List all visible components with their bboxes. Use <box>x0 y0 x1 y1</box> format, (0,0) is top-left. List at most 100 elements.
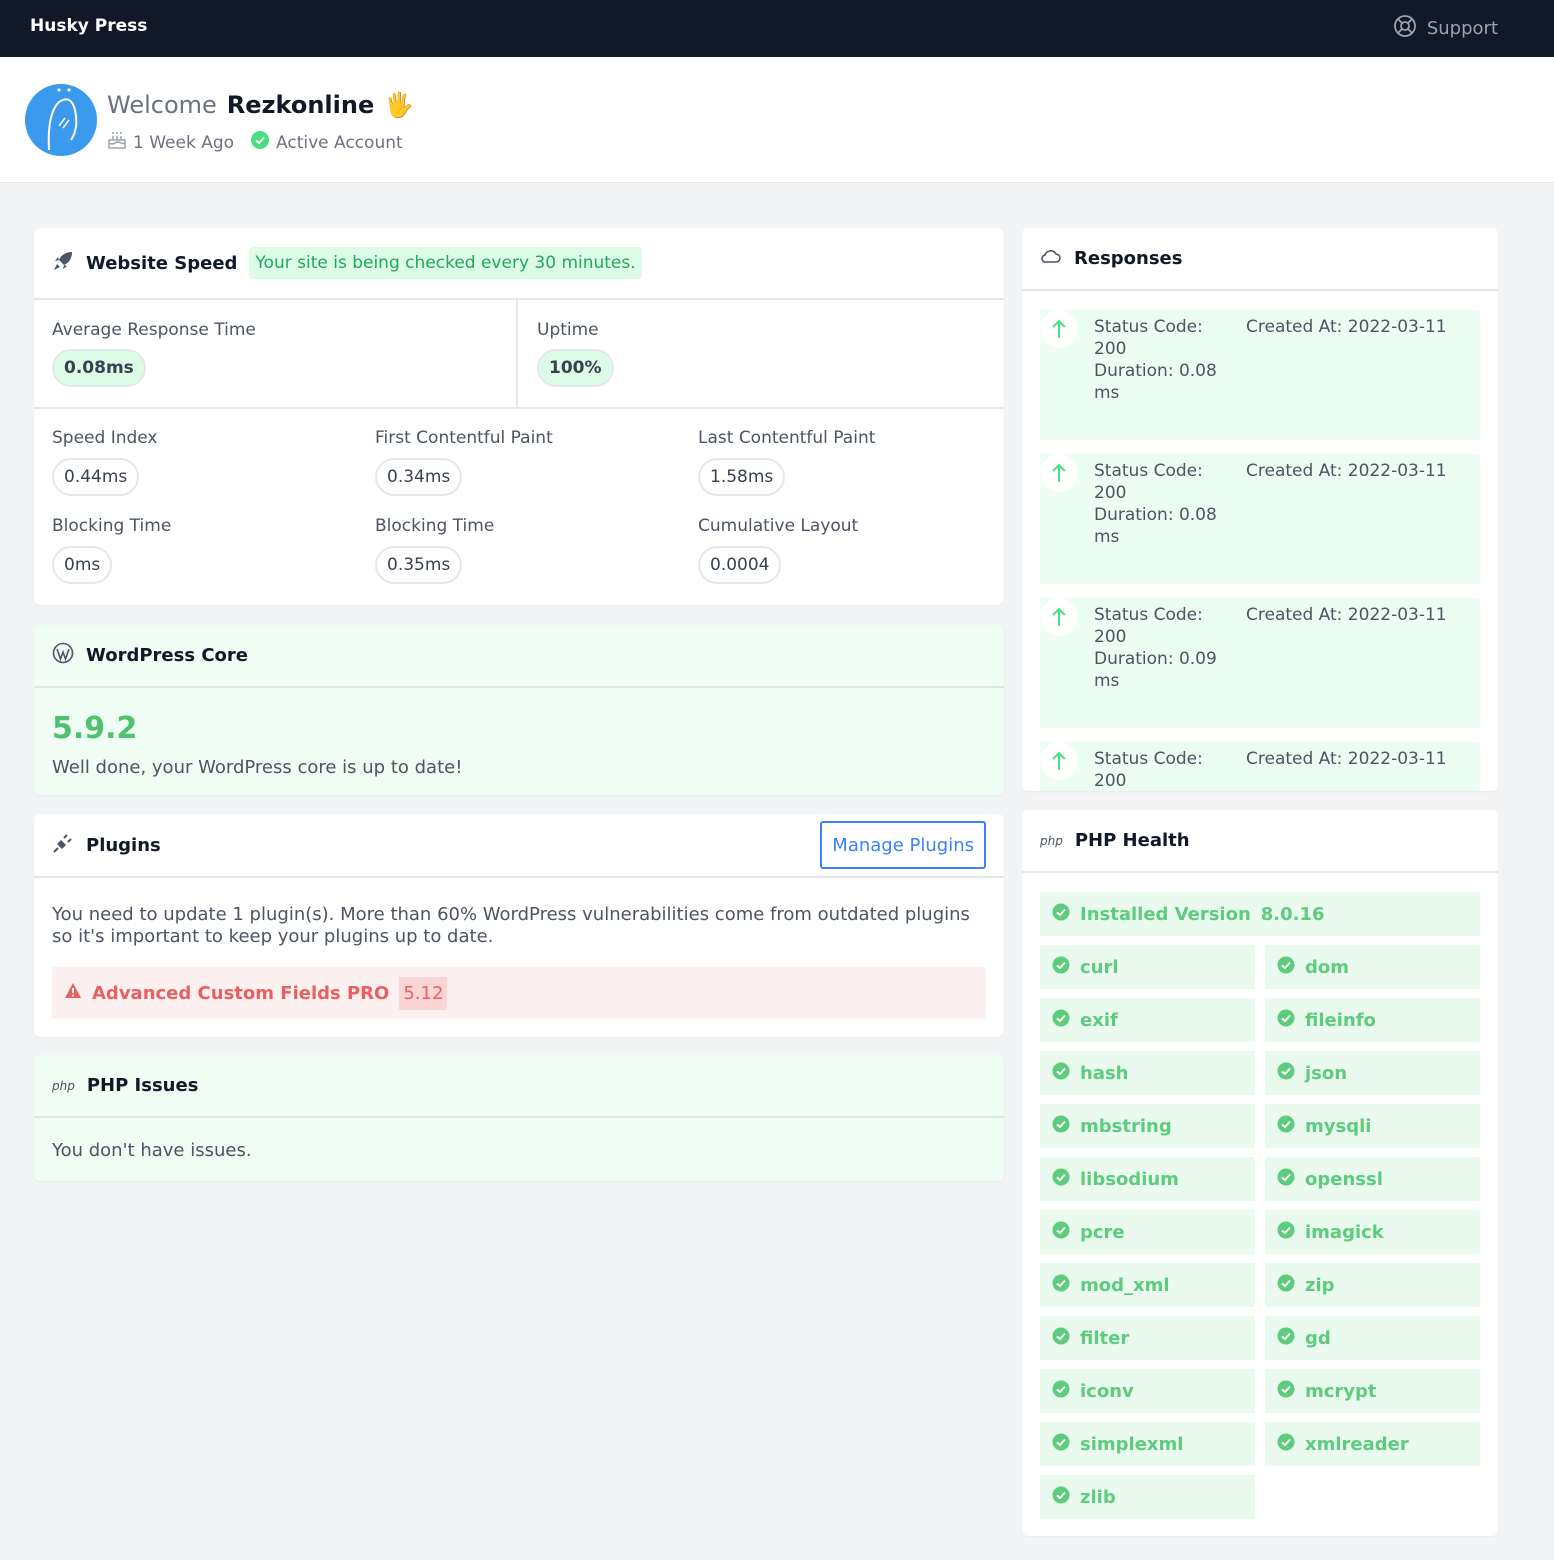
duration-unit: ms <box>1094 671 1120 691</box>
response-item: Status Code: 200 Duration: 0.08 ms Created A… <box>1040 454 1480 584</box>
extension-name: openssl <box>1305 1168 1383 1190</box>
check-circle-icon <box>1277 1221 1295 1244</box>
status-code-label: Status Code: <box>1094 605 1203 625</box>
extension-chip: filter <box>1040 1316 1255 1360</box>
php-health-title: PHP Health <box>1074 830 1190 851</box>
welcome-header: Welcome Rezkonline 🖐 1 Week Ago Active A… <box>0 57 1554 183</box>
extension-chip: imagick <box>1265 1210 1480 1254</box>
check-circle-icon <box>1052 903 1070 926</box>
extension-chip: curl <box>1040 945 1255 989</box>
extension-name: exif <box>1080 1009 1118 1031</box>
extension-name: mysqli <box>1305 1115 1372 1137</box>
metric-value: 0.44ms <box>52 458 140 496</box>
brand-logo[interactable]: Husky Press <box>30 16 147 36</box>
check-circle-icon <box>1277 1115 1295 1138</box>
cake-icon <box>107 130 127 155</box>
extension-chip: mbstring <box>1040 1104 1255 1148</box>
extension-chip: dom <box>1265 945 1480 989</box>
wave-hand-icon: 🖐 <box>384 91 415 119</box>
extension-name: fileinfo <box>1305 1009 1376 1031</box>
welcome-title: Welcome Rezkonline 🖐 <box>107 91 414 119</box>
response-created: Created At: 2022-03-11 <box>1246 317 1447 337</box>
metric-label: First Contentful Paint <box>375 428 553 448</box>
extension-chip: gd <box>1265 1316 1480 1360</box>
extension-chip: pcre <box>1040 1210 1255 1254</box>
check-circle-icon <box>1052 956 1070 979</box>
outdated-plugin-version: 5.12 <box>399 976 448 1010</box>
check-circle-icon <box>1277 1327 1295 1350</box>
extension-chip: json <box>1265 1051 1480 1095</box>
outdated-plugin-name: Advanced Custom Fields PRO <box>92 982 390 1004</box>
check-interval-notice: Your site is being checked every 30 minu… <box>249 247 642 279</box>
responses-header: Responses <box>1022 228 1498 291</box>
metric-value: 0.35ms <box>375 546 463 584</box>
extension-name: json <box>1305 1062 1348 1084</box>
duration-unit: ms <box>1094 527 1120 547</box>
wordpress-icon <box>52 642 74 669</box>
uptime-label: Uptime <box>537 320 599 340</box>
metric-value: 0ms <box>52 546 113 584</box>
extension-chip: mysqli <box>1265 1104 1480 1148</box>
extension-chip: mod_xml <box>1040 1263 1255 1307</box>
check-circle-icon <box>1277 1433 1295 1456</box>
php-icon: php <box>1040 833 1063 848</box>
extension-name: xmlreader <box>1305 1433 1409 1455</box>
response-status: Status Code: 200 Duration: 0.08 ms <box>1094 460 1234 548</box>
extension-chip: simplexml <box>1040 1422 1255 1466</box>
extension-name: zlib <box>1080 1486 1116 1508</box>
core-header: WordPress Core <box>34 625 1004 688</box>
status-code: 200 <box>1094 771 1127 791</box>
duration-unit: ms <box>1094 383 1120 403</box>
check-circle-icon <box>1277 956 1295 979</box>
extension-name: libsodium <box>1080 1168 1179 1190</box>
extension-chip: exif <box>1040 998 1255 1042</box>
extension-name: dom <box>1305 956 1350 978</box>
cloud-icon <box>1040 245 1062 272</box>
check-circle-icon <box>250 130 270 155</box>
check-circle-icon <box>1052 1433 1070 1456</box>
response-item: Status Code: 200 Created At: 2022-03-11 <box>1040 742 1480 791</box>
response-created: Created At: 2022-03-11 <box>1246 749 1447 769</box>
extension-name: pcre <box>1080 1221 1125 1243</box>
outdated-plugin-row[interactable]: Advanced Custom Fields PRO 5.12 <box>52 967 986 1019</box>
manage-plugins-button[interactable]: Manage Plugins <box>820 821 986 869</box>
php-issues-card: php PHP Issues You don't have issues. <box>34 1055 1004 1181</box>
arrow-up-icon <box>1040 310 1078 348</box>
responses-title: Responses <box>1074 248 1183 269</box>
check-circle-icon <box>1277 1168 1295 1191</box>
duration-label: Duration: 0.09 <box>1094 649 1217 669</box>
avg-response-value: 0.08ms <box>52 349 146 387</box>
extension-chip: xmlreader <box>1265 1422 1480 1466</box>
response-created: Created At: 2022-03-11 <box>1246 605 1447 625</box>
core-version: 5.9.2 <box>52 711 138 746</box>
metric-label: Speed Index <box>52 428 158 448</box>
extension-name: hash <box>1080 1062 1129 1084</box>
metric-value: 1.58ms <box>698 458 786 496</box>
plugins-header: Plugins Manage Plugins <box>34 814 1004 878</box>
check-circle-icon <box>1052 1486 1070 1509</box>
status-code-label: Status Code: <box>1094 317 1203 337</box>
extension-chip: zip <box>1265 1263 1480 1307</box>
avg-response-cell: Average Response Time 0.08ms <box>34 300 518 407</box>
metric-value: 0.0004 <box>698 546 782 584</box>
extension-name: filter <box>1080 1327 1130 1349</box>
account-status: Active Account <box>276 132 403 153</box>
duration-label: Duration: 0.08 <box>1094 361 1217 381</box>
core-title: WordPress Core <box>86 645 248 666</box>
response-created: Created At: 2022-03-11 <box>1246 461 1447 481</box>
arrow-up-icon <box>1040 742 1078 780</box>
extension-chip: openssl <box>1265 1157 1480 1201</box>
extension-name: curl <box>1080 956 1119 978</box>
account-meta: 1 Week Ago Active Account <box>107 130 403 155</box>
uptime-value: 100% <box>537 349 614 387</box>
website-speed-card: Website Speed Your site is being checked… <box>34 228 1004 605</box>
status-code: 200 <box>1094 483 1127 503</box>
response-item: Status Code: 200 Duration: 0.08 ms Created A… <box>1040 310 1480 440</box>
rocket-icon <box>52 250 74 277</box>
php-issues-title: PHP Issues <box>86 1075 199 1096</box>
php-icon: php <box>52 1078 75 1093</box>
support-label: Support <box>1426 18 1498 39</box>
support-link[interactable]: Support <box>1393 14 1498 43</box>
check-circle-icon <box>1052 1274 1070 1297</box>
status-code: 200 <box>1094 627 1127 647</box>
